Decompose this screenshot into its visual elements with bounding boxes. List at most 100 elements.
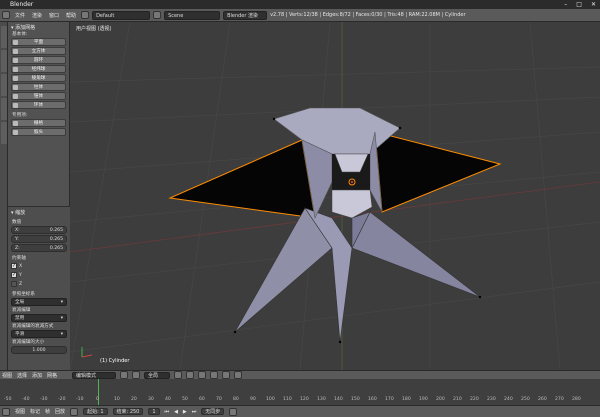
monkey-icon	[13, 130, 18, 135]
add-monkey-button[interactable]: 猴头	[11, 128, 66, 136]
tab-shading[interactable]	[1, 74, 7, 96]
value-z-field[interactable]: Z: 0.265	[11, 244, 67, 252]
tick: 60	[199, 397, 205, 402]
spike-right[interactable]	[351, 211, 481, 298]
chevron-down-icon: ▾	[60, 300, 63, 305]
add-cube-button[interactable]: 立方体	[11, 47, 66, 55]
add-uvsphere-button[interactable]: 经纬球	[11, 65, 66, 73]
mode-select[interactable]: 编辑模式	[72, 371, 116, 379]
editor-type-icon[interactable]	[2, 407, 10, 416]
operator-header[interactable]: ▾ 缩放	[8, 207, 70, 216]
play-icon[interactable]: ▶	[183, 409, 187, 415]
value-x-field[interactable]: X: 0.265	[11, 226, 67, 234]
tab-options[interactable]	[1, 98, 7, 120]
menu-view[interactable]: 视图	[15, 408, 25, 415]
current-frame-field[interactable]: 1	[148, 408, 160, 415]
add-icosphere-button[interactable]: 棱角球	[11, 74, 66, 82]
tick: 280	[572, 397, 581, 402]
scene-select[interactable]: Scene	[164, 10, 221, 20]
vertex[interactable]	[478, 295, 482, 299]
snap-icon[interactable]	[222, 371, 230, 379]
start-frame-field[interactable]: 起始: 1	[83, 408, 108, 415]
menu-mesh[interactable]: 网格	[47, 372, 57, 379]
tick: -50	[4, 397, 12, 402]
view3d-header: 编辑模式 全局	[70, 370, 600, 379]
3d-viewport[interactable]: 用户视图 (透视) (1) Cylinder	[70, 22, 600, 370]
keying-set-icon[interactable]	[229, 407, 238, 416]
tick: 90	[250, 397, 256, 402]
tick: 40	[165, 397, 171, 402]
constraint-z-checkbox[interactable]: Z	[11, 280, 67, 288]
tick: 30	[148, 397, 154, 402]
add-cone-button[interactable]: 锥体	[11, 92, 66, 100]
falloff-select[interactable]: 平滑 ▾	[11, 330, 67, 338]
proportional-icon[interactable]	[210, 371, 218, 379]
special-label: 专用项:	[12, 113, 28, 118]
add-mesh-header[interactable]: ▾ 添加网格	[8, 22, 69, 31]
vertex-select-icon[interactable]	[174, 371, 182, 379]
maximize-icon[interactable]: □	[576, 0, 582, 9]
menu-playback[interactable]: 回放	[55, 408, 65, 415]
left-dark-face[interactable]	[168, 139, 316, 219]
size-field[interactable]: 1.000	[11, 346, 67, 354]
proportional-select[interactable]: 禁用 ▾	[11, 314, 67, 322]
edge-select-icon[interactable]	[186, 371, 194, 379]
menu-marker[interactable]: 标记	[30, 408, 40, 415]
add-plane-button[interactable]: 平面	[11, 38, 66, 46]
editor-type-icon[interactable]	[2, 11, 10, 19]
tick: -40	[22, 397, 30, 402]
jump-start-icon[interactable]: ⏮	[165, 409, 170, 415]
constraint-y-checkbox[interactable]: ✓ Y	[11, 271, 67, 279]
vertex[interactable]	[272, 117, 276, 121]
vertex[interactable]	[338, 340, 342, 344]
menu-render[interactable]: 渲染	[30, 12, 44, 19]
menu-select[interactable]: 选择	[17, 372, 27, 379]
render-engine-select[interactable]: Blender 渲染	[223, 10, 268, 20]
menu-window[interactable]: 窗口	[47, 12, 61, 19]
add-circle-button[interactable]: 圆环	[11, 56, 66, 64]
tool-shelf: ▾ 添加网格 基本体: 平面 立方体 圆环 经纬球 棱角球 柱体 锥体 环体 专…	[8, 22, 70, 370]
layers-icon[interactable]	[234, 371, 242, 379]
timeline-ticks: -50 -40 -30 -20 -10 0 10 20 30 40 50 60 …	[0, 397, 600, 403]
viewport-canvas[interactable]	[70, 22, 600, 370]
axis-gizmo	[81, 347, 93, 358]
end-frame-field[interactable]: 结束: 250	[112, 408, 144, 415]
add-torus-button[interactable]: 环体	[11, 101, 66, 109]
check-icon: ✓	[11, 263, 17, 269]
constraint-x-checkbox[interactable]: ✓ X	[11, 262, 67, 270]
tab-grease-pencil[interactable]	[1, 122, 7, 144]
face-select-icon[interactable]	[198, 371, 206, 379]
menu-frame[interactable]: 帧	[45, 408, 50, 415]
sync-select[interactable]: 无同步	[201, 408, 225, 415]
orientation-label: 参照坐标系	[12, 292, 35, 297]
value-y-field[interactable]: Y: 0.265	[11, 235, 67, 243]
menu-help[interactable]: 帮助	[64, 12, 78, 19]
vertex[interactable]	[398, 126, 402, 130]
record-icon[interactable]	[70, 407, 79, 416]
tick: 70	[216, 397, 222, 402]
vertex[interactable]	[233, 330, 237, 334]
menu-add[interactable]: 添加	[32, 372, 42, 379]
tab-tools[interactable]	[1, 26, 7, 48]
orientation-select[interactable]: 全局 ▾	[11, 298, 67, 306]
play-reverse-icon[interactable]: ◀	[174, 409, 178, 415]
scene-icon[interactable]	[153, 11, 162, 19]
close-icon[interactable]: ✕	[591, 0, 596, 9]
minimize-icon[interactable]: –	[564, 0, 567, 9]
tick: 190	[419, 397, 428, 402]
tab-create[interactable]	[1, 50, 7, 72]
add-cylinder-button[interactable]: 柱体	[11, 83, 66, 91]
add-grid-button[interactable]: 栅格	[11, 119, 66, 127]
layout-select[interactable]: Default	[92, 10, 151, 20]
pivot-icon[interactable]	[132, 371, 140, 379]
check-icon: ✓	[11, 272, 17, 278]
chevron-down-icon: ▾	[60, 332, 63, 337]
timeline[interactable]: -50 -40 -30 -20 -10 0 10 20 30 40 50 60 …	[0, 379, 600, 405]
menu-view[interactable]: 视图	[2, 372, 12, 379]
layout-icon[interactable]	[81, 11, 90, 19]
jump-end-icon[interactable]: ⏭	[192, 409, 197, 415]
orientation-select-header[interactable]: 全局	[144, 371, 170, 379]
menu-file[interactable]: 文件	[13, 12, 27, 19]
shading-icon[interactable]	[120, 371, 128, 379]
plane-icon	[13, 40, 18, 45]
